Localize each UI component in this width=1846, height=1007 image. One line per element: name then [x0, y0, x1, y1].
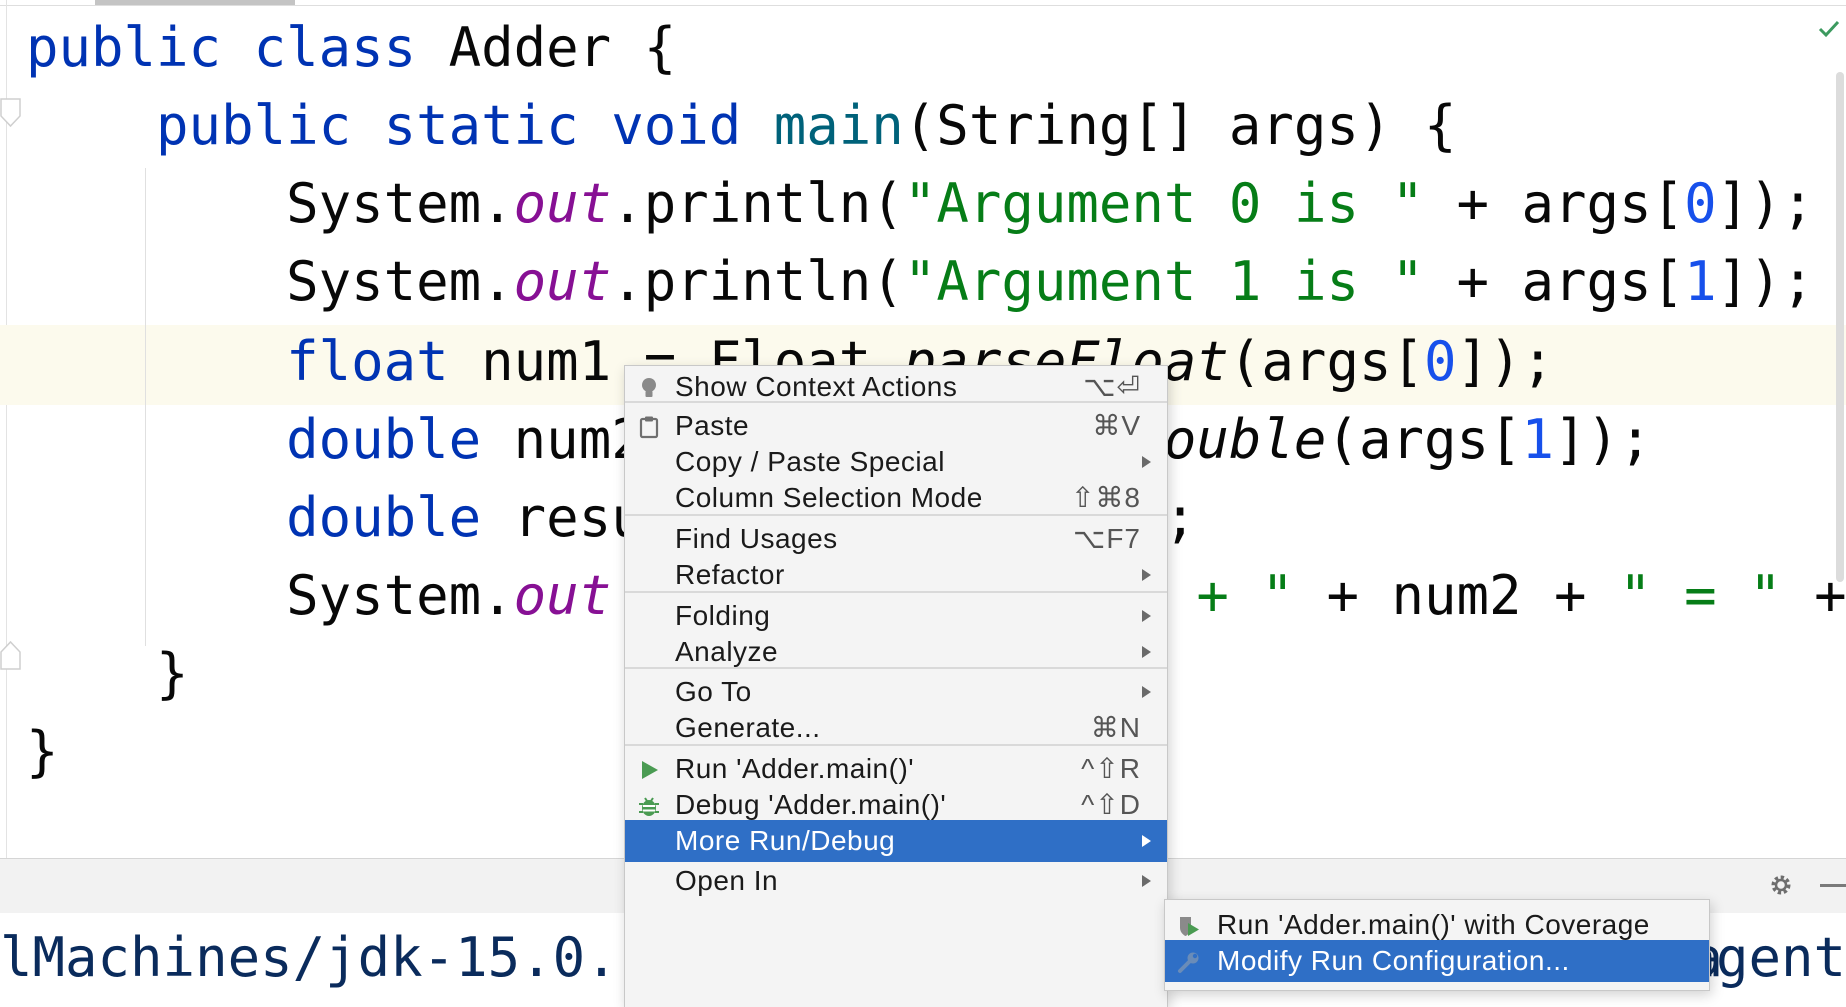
- code-line[interactable]: System.out.println("Argument 1 is " + ar…: [26, 242, 1814, 322]
- submenu-arrow-icon: [1142, 875, 1151, 887]
- code-token: }: [26, 720, 59, 783]
- menu-item-label: Generate...: [675, 712, 821, 743]
- code-token: }: [26, 642, 189, 705]
- menu-item-label: Refactor: [675, 559, 785, 590]
- more-run-debug-submenu: Run 'Adder.main()' with Coverage Modify R…: [1164, 899, 1710, 991]
- code-token: + num2 +: [1293, 564, 1620, 627]
- code-token: public class: [26, 16, 449, 79]
- menu-item-shortcut: ⇧⌘8: [1070, 482, 1141, 513]
- editor-scrollbar[interactable]: [1836, 72, 1844, 582]
- code-token: "Argument 0 is ": [903, 172, 1424, 235]
- menu-item-more-run-debug[interactable]: More Run/Debug: [625, 820, 1167, 862]
- code-token: System.: [26, 564, 514, 627]
- code-token: 1: [1684, 250, 1717, 313]
- submenu-arrow-icon: [1142, 646, 1151, 658]
- wrench-icon: [1177, 949, 1201, 973]
- menu-item-generate[interactable]: Generate... ⌘N: [625, 707, 1167, 749]
- menu-item-label: Show Context Actions: [675, 371, 958, 402]
- editor-context-menu: Show Context Actions ⌥⏎ Paste ⌘V Copy / Past…: [624, 365, 1168, 1007]
- code-token: ]);: [1716, 250, 1815, 313]
- code-line[interactable]: public static void main(String[] args) {: [26, 86, 1456, 166]
- submenu-arrow-icon: [1142, 456, 1151, 468]
- menu-item-label: More Run/Debug: [675, 825, 896, 856]
- code-token: ]);: [1554, 408, 1652, 471]
- lightbulb-icon: [637, 375, 661, 399]
- code-token: System.: [26, 172, 514, 235]
- menu-item-refactor[interactable]: Refactor: [625, 554, 1167, 596]
- menu-item-label: Open In: [675, 865, 779, 896]
- fold-method-icon[interactable]: [0, 98, 22, 128]
- code-token: double: [26, 408, 514, 471]
- code-token: (args[: [1228, 330, 1424, 393]
- editor-top-border: [0, 5, 1846, 6]
- submenu-arrow-icon: [1142, 610, 1151, 622]
- code-token: " = ": [1619, 564, 1782, 627]
- menu-item-label: Analyze: [675, 636, 779, 667]
- code-token: 0: [1423, 330, 1457, 393]
- gear-icon[interactable]: [1768, 872, 1794, 898]
- coverage-icon: [1177, 913, 1201, 937]
- code-token: (args[: [1326, 408, 1522, 471]
- code-token: main: [773, 94, 904, 157]
- code-token: "Argument 1 is ": [903, 250, 1424, 313]
- fold-end-icon[interactable]: [0, 640, 22, 670]
- menu-item-show-context-actions[interactable]: Show Context Actions ⌥⏎: [625, 366, 1167, 408]
- code-token: ]);: [1456, 330, 1555, 393]
- code-token: (String[] args) {: [903, 94, 1457, 157]
- code-token: out: [513, 250, 612, 313]
- code-token: float: [26, 330, 482, 393]
- menu-item-shortcut: ⌥⏎: [1083, 371, 1141, 402]
- code-token: + args[: [1424, 172, 1685, 235]
- submenu-arrow-icon: [1142, 835, 1151, 847]
- clipboard-icon: [637, 414, 661, 439]
- code-token: 1: [1521, 408, 1555, 471]
- submenu-arrow-icon: [1142, 686, 1151, 698]
- code-line[interactable]: System.out.println("Argument 0 is " + ar…: [26, 164, 1814, 244]
- code-token: .println(: [611, 172, 904, 235]
- code-token: Adder {: [448, 16, 677, 79]
- menu-item-shortcut: ⌘N: [1090, 712, 1141, 743]
- code-line[interactable]: }: [26, 712, 59, 792]
- menu-item-analyze[interactable]: Analyze: [625, 631, 1167, 673]
- code-token: ]);: [1716, 172, 1815, 235]
- code-token: public static void: [26, 94, 774, 157]
- code-token: .println(: [611, 250, 904, 313]
- run-icon: [637, 757, 661, 781]
- check-icon[interactable]: [1816, 16, 1842, 42]
- menu-item-column-selection-mode[interactable]: Column Selection Mode ⇧⌘8: [625, 477, 1167, 519]
- code-token: double: [26, 486, 514, 549]
- submenu-item-label: Modify Run Configuration...: [1217, 945, 1570, 976]
- code-line[interactable]: public class Adder {: [26, 8, 676, 88]
- code-token: out: [513, 172, 612, 235]
- code-token: System.: [26, 250, 514, 313]
- menu-item-label: Column Selection Mode: [675, 482, 983, 513]
- menu-item-open-in[interactable]: Open In: [625, 860, 1167, 902]
- code-token: out: [513, 564, 612, 627]
- code-token: + args[: [1424, 250, 1685, 313]
- gutter-divider: [6, 0, 7, 858]
- submenu-item-modify-run-configuration[interactable]: Modify Run Configuration...: [1165, 940, 1709, 982]
- code-token: 0: [1684, 172, 1717, 235]
- minimize-icon[interactable]: [1820, 884, 1846, 887]
- debug-icon: [637, 793, 661, 817]
- code-line[interactable]: }: [26, 634, 189, 714]
- submenu-arrow-icon: [1142, 569, 1151, 581]
